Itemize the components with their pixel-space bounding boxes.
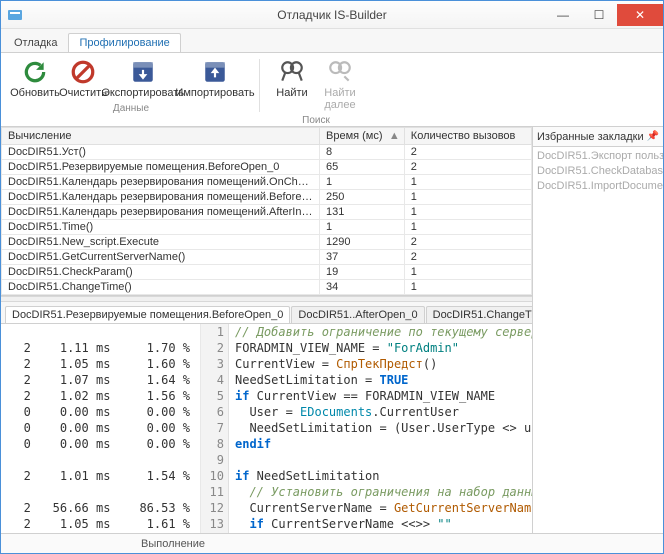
ribbon-separator [259,59,260,112]
table-row[interactable]: DocDIR51.GetCurrentServerName()372 [2,250,532,265]
ribbon-tabs: Отладка Профилирование [1,29,663,53]
bookmark-item[interactable]: DocDIR51.ImportDocumentT [537,179,659,194]
app-icon [7,7,23,23]
import-button[interactable]: Импортировать [179,57,251,101]
pin-icon[interactable]: 📌 [647,131,659,142]
bookmark-item[interactable]: DocDIR51.CheckDatabaseDoc [537,164,659,179]
col-time[interactable]: Время (мс)▲ [320,128,405,145]
titlebar: Отладчик IS-Builder — ☐ ✕ [1,1,663,29]
code-tab-2[interactable]: DocDIR51.ChangeTime() [426,306,532,323]
table-row[interactable]: DocDIR51.ChangeTime()341 [2,280,532,295]
profile-grid[interactable]: Вычисление Время (мс)▲ Количество вызово… [1,127,532,296]
clear-button[interactable]: Очистить [59,57,107,101]
bookmark-list[interactable]: DocDIR51.Экспорт пользоваDocDIR51.CheckD… [533,147,663,196]
profile-columns: 21.11 ms1.70 %21.05 ms1.60 %21.07 ms1.64… [1,324,201,533]
refresh-icon [22,59,48,85]
find-button[interactable]: Найти [268,57,316,113]
import-icon [202,59,228,85]
table-row[interactable]: DocDIR51.Time()11 [2,220,532,235]
group-search-label: Поиск [302,115,330,126]
close-button[interactable]: ✕ [617,4,663,26]
group-data-label: Данные [113,103,149,114]
refresh-button[interactable]: Обновить [11,57,59,101]
table-row[interactable]: DocDIR51.Календарь резервирования помеще… [2,205,532,220]
code-lines: // Добавить ограничение по текущему серв… [229,324,532,533]
find-next-icon [327,59,353,85]
statusbar: Выполнение [1,533,663,553]
table-row[interactable]: DocDIR51.Резервируемые помещения.BeforeO… [2,160,532,175]
bookmark-item[interactable]: DocDIR51.Экспорт пользова [537,149,659,164]
table-row[interactable]: DocDIR51.Уст()82 [2,145,532,160]
bookmarks-title: Избранные закладки [537,131,644,143]
export-button[interactable]: Экспортировать [107,57,179,101]
table-row[interactable]: DocDIR51.New_script.Execute12902 [2,235,532,250]
table-row[interactable]: DocDIR51.Календарь резервирования помеще… [2,190,532,205]
minimize-button[interactable]: — [545,4,581,26]
code-tabs: DocDIR51.Резервируемые помещения.BeforeO… [1,302,532,324]
status-text: Выполнение [141,538,205,550]
code-tab-0[interactable]: DocDIR51.Резервируемые помещения.BeforeO… [5,306,290,323]
clear-icon [70,59,96,85]
tab-profile[interactable]: Профилирование [68,33,180,52]
export-icon [130,59,156,85]
code-tab-1[interactable]: DocDIR51..AfterOpen_0 [291,306,424,323]
col-calc[interactable]: Вычисление [2,128,320,145]
bookmarks-panel: Избранные закладки 📌 DocDIR51.Экспорт по… [533,127,663,533]
maximize-button[interactable]: ☐ [581,4,617,26]
find-icon [279,59,305,85]
table-row[interactable]: DocDIR51.CheckParam()191 [2,265,532,280]
tab-debug[interactable]: Отладка [3,33,68,52]
table-row[interactable]: DocDIR51.Календарь резервирования помеще… [2,175,532,190]
col-calls[interactable]: Количество вызовов [404,128,531,145]
line-gutter: 12345678910111213141516 [201,324,229,533]
find-next-button[interactable]: Найти далее [316,57,364,113]
ribbon: Обновить Очистить Экспортировать Импорти… [1,53,663,127]
code-editor[interactable]: 21.11 ms1.70 %21.05 ms1.60 %21.07 ms1.64… [1,324,532,533]
